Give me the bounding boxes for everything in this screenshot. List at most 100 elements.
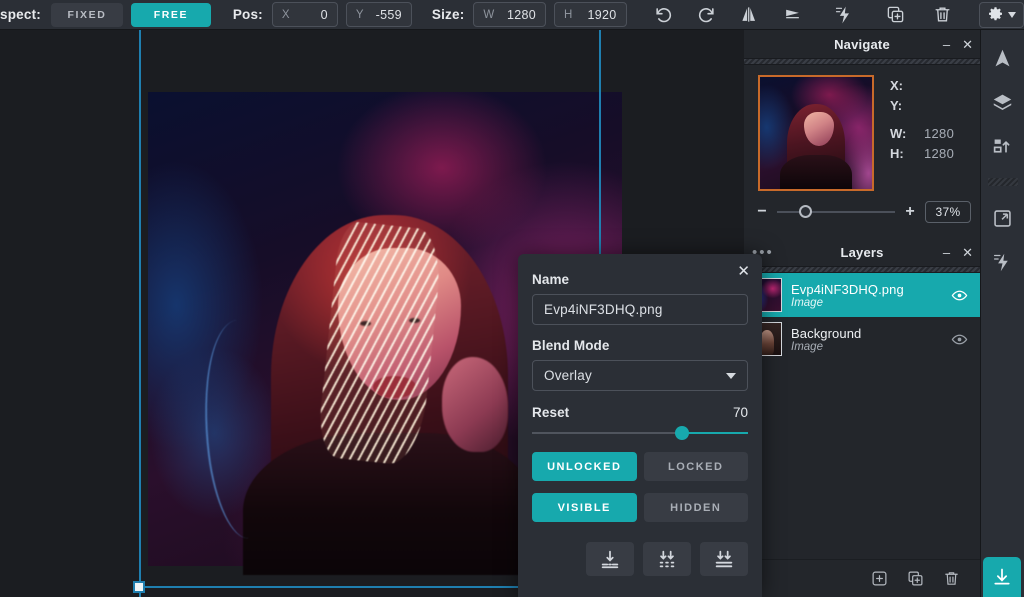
pos-x-key: X bbox=[282, 9, 290, 21]
download-button[interactable] bbox=[983, 557, 1021, 597]
selection-guide-left[interactable] bbox=[139, 30, 141, 597]
size-label: Size: bbox=[432, 7, 465, 22]
crop-icon[interactable] bbox=[988, 204, 1018, 232]
zoom-value-input[interactable]: 37% bbox=[925, 201, 971, 223]
modal-close-button[interactable]: ✕ bbox=[737, 264, 750, 279]
layer-type: Image bbox=[791, 297, 942, 309]
navigate-thumbnail[interactable] bbox=[758, 75, 874, 191]
navigate-close-button[interactable]: ✕ bbox=[962, 38, 973, 51]
align-button-group bbox=[532, 542, 748, 576]
opacity-slider-handle[interactable] bbox=[675, 426, 689, 440]
pos-x-input[interactable]: X 0 bbox=[272, 2, 338, 27]
navigate-panel-grip[interactable] bbox=[744, 58, 980, 65]
locked-button[interactable]: LOCKED bbox=[644, 452, 749, 481]
layer-properties-modal: ✕ Name Evp4iNF3DHQ.png Blend Mode Overla… bbox=[518, 254, 762, 597]
layers-close-button[interactable]: ✕ bbox=[962, 246, 973, 259]
layers-panel-header[interactable]: ••• Layers – ✕ bbox=[744, 238, 980, 266]
redo-icon[interactable] bbox=[692, 1, 721, 29]
pos-x-value: 0 bbox=[321, 8, 328, 22]
size-w-input[interactable]: W 1280 bbox=[473, 2, 546, 27]
arrange-icon[interactable] bbox=[988, 132, 1018, 160]
layers-panel-title: Layers bbox=[840, 245, 883, 260]
layer-name: Background bbox=[791, 326, 942, 341]
layers-icon[interactable] bbox=[988, 88, 1018, 116]
navigate-panel-header[interactable]: Navigate – ✕ bbox=[744, 30, 980, 58]
chevron-down-icon bbox=[1008, 12, 1016, 18]
delete-icon[interactable] bbox=[928, 1, 957, 29]
name-label: Name bbox=[532, 272, 748, 287]
settings-dropdown[interactable] bbox=[979, 2, 1024, 28]
undo-icon[interactable] bbox=[649, 1, 678, 29]
selection-handle-bottom-left[interactable] bbox=[133, 581, 145, 593]
distribute-icon[interactable] bbox=[643, 542, 691, 576]
navigate-h-key: H: bbox=[890, 146, 924, 161]
add-layer-icon[interactable] bbox=[868, 568, 890, 590]
blend-mode-select[interactable]: Overlay bbox=[532, 360, 748, 391]
layers-minimize-button[interactable]: – bbox=[943, 246, 950, 259]
effects-icon[interactable] bbox=[829, 1, 858, 29]
pos-y-key: Y bbox=[356, 9, 364, 21]
navigate-w-key: W: bbox=[890, 126, 924, 141]
aspect-fixed-button[interactable]: FIXED bbox=[51, 3, 123, 27]
photo-hand bbox=[442, 357, 508, 452]
visibility-toggle-group: VISIBLE HIDDEN bbox=[532, 493, 748, 522]
reset-label[interactable]: Reset bbox=[532, 405, 569, 420]
top-toolbar: spect: FIXED FREE Pos: X 0 Y -559 Size: … bbox=[0, 0, 1024, 30]
unlocked-button[interactable]: UNLOCKED bbox=[532, 452, 637, 481]
delete-layer-icon[interactable] bbox=[940, 568, 962, 590]
eye-icon[interactable] bbox=[951, 287, 968, 304]
blend-mode-label: Blend Mode bbox=[532, 338, 748, 353]
zoom-slider-handle[interactable] bbox=[799, 205, 812, 218]
flip-vertical-icon[interactable] bbox=[778, 1, 807, 29]
align-bottom-icon[interactable] bbox=[586, 542, 634, 576]
gear-icon bbox=[987, 6, 1004, 23]
navigate-panel-body: X: Y: W: 1280 H: 1280 bbox=[744, 65, 980, 191]
navigate-field-w: W: 1280 bbox=[890, 123, 954, 143]
duplicate-layer-icon[interactable] bbox=[904, 568, 926, 590]
lock-toggle-group: UNLOCKED LOCKED bbox=[532, 452, 748, 481]
effects-icon[interactable] bbox=[988, 248, 1018, 276]
name-input[interactable]: Evp4iNF3DHQ.png bbox=[532, 294, 748, 325]
layer-name: Evp4iNF3DHQ.png bbox=[791, 282, 942, 297]
align-baseline-icon[interactable] bbox=[700, 542, 748, 576]
layer-row[interactable]: Evp4iNF3DHQ.png Image bbox=[744, 273, 980, 317]
opacity-slider[interactable] bbox=[532, 432, 748, 434]
hidden-button[interactable]: HIDDEN bbox=[644, 493, 749, 522]
zoom-control: − + 37% bbox=[744, 191, 980, 232]
image-editor-app: spect: FIXED FREE Pos: X 0 Y -559 Size: … bbox=[0, 0, 1024, 597]
navigate-minimize-button[interactable]: – bbox=[943, 38, 950, 51]
rail-divider bbox=[988, 178, 1018, 186]
navigate-panel-title: Navigate bbox=[834, 37, 890, 52]
navigate-field-y: Y: bbox=[890, 95, 954, 115]
navigate-y-key: Y: bbox=[890, 98, 924, 113]
layers-footer bbox=[744, 559, 980, 597]
pos-y-value: -559 bbox=[376, 8, 402, 22]
download-icon bbox=[992, 567, 1012, 587]
aspect-free-button[interactable]: FREE bbox=[131, 3, 211, 27]
layers-panel-grip[interactable] bbox=[744, 266, 980, 273]
eye-icon[interactable] bbox=[951, 331, 968, 348]
pos-y-input[interactable]: Y -559 bbox=[346, 2, 412, 27]
size-h-value: 1920 bbox=[588, 8, 617, 22]
visible-button[interactable]: VISIBLE bbox=[532, 493, 637, 522]
navigate-icon[interactable] bbox=[988, 44, 1018, 72]
layer-row[interactable]: Background Image bbox=[744, 317, 980, 361]
zoom-out-button[interactable]: − bbox=[757, 204, 767, 220]
size-h-key: H bbox=[564, 9, 573, 21]
navigate-w-value: 1280 bbox=[924, 126, 954, 141]
chevron-down-icon bbox=[726, 373, 736, 379]
navigate-field-h: H: 1280 bbox=[890, 143, 954, 163]
zoom-slider[interactable] bbox=[777, 211, 895, 213]
navigate-field-x: X: bbox=[890, 75, 954, 95]
navigate-h-value: 1280 bbox=[924, 146, 954, 161]
position-label: Pos: bbox=[233, 7, 263, 22]
aspect-label: spect: bbox=[0, 7, 41, 22]
navigate-panel: Navigate – ✕ X: bbox=[744, 30, 980, 238]
layer-type: Image bbox=[791, 341, 942, 353]
size-h-input[interactable]: H 1920 bbox=[554, 2, 627, 27]
zoom-in-button[interactable]: + bbox=[905, 204, 915, 220]
duplicate-icon[interactable] bbox=[881, 1, 910, 29]
reset-value: 70 bbox=[733, 405, 748, 420]
layers-panel: ••• Layers – ✕ Evp4iNF3DHQ.png Image bbox=[744, 238, 980, 597]
flip-horizontal-icon[interactable] bbox=[735, 1, 764, 29]
